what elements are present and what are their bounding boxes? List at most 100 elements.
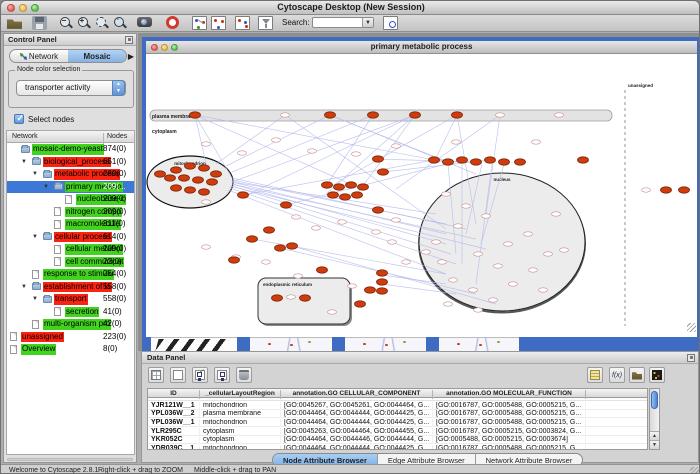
- network-node[interactable]: [179, 175, 190, 181]
- background-window-thumbnail[interactable]: [439, 337, 519, 351]
- table-row[interactable]: YKR052Ccytoplasm[GO:0044464, GO:0044446,…: [148, 436, 647, 445]
- scroll-up-button[interactable]: ▲: [650, 431, 659, 440]
- tree-row[interactable]: mosaic-demo-yeast874(0): [7, 143, 134, 156]
- tree-row[interactable]: macromolecule311(0): [7, 218, 134, 231]
- network-node-small[interactable]: [469, 288, 478, 292]
- save-icon[interactable]: [32, 16, 47, 30]
- folder2-icon[interactable]: [629, 367, 645, 383]
- network-node[interactable]: [322, 182, 333, 188]
- tree-row[interactable]: ▼metabolic process280(0): [7, 168, 134, 181]
- expand-arrow-icon[interactable]: ▼: [21, 284, 27, 290]
- tree-row[interactable]: cell communicat22(0): [7, 256, 134, 269]
- network-node[interactable]: [452, 112, 463, 118]
- tree-row[interactable]: ▼transport558(0): [7, 293, 134, 306]
- table-row[interactable]: YDR039C__1mitochondrion[GO:0044464, GO:0…: [148, 444, 647, 450]
- network-edge[interactable]: [232, 184, 446, 244]
- tree-column-network[interactable]: Network: [12, 133, 38, 140]
- tree-row[interactable]: nucleobase-c209(0): [7, 193, 134, 206]
- network-node[interactable]: [340, 194, 351, 200]
- network-node-small[interactable]: [287, 295, 296, 299]
- tab-overflow-arrow[interactable]: ▶: [128, 52, 134, 61]
- network-node[interactable]: [373, 156, 384, 162]
- network-node[interactable]: [377, 279, 388, 285]
- network-node-small[interactable]: [482, 214, 491, 218]
- background-window-thumbnail[interactable]: [345, 337, 426, 351]
- column-header[interactable]: annotation.GO MOLECULAR_FUNCTION: [433, 390, 586, 399]
- node-color-dropdown[interactable]: transporter activity ▲▼: [16, 80, 126, 96]
- network-node[interactable]: [378, 169, 389, 175]
- fx-icon[interactable]: f(x): [609, 367, 625, 383]
- network-node-small[interactable]: [449, 278, 458, 282]
- network-edge[interactable]: [434, 115, 457, 162]
- network-node[interactable]: [443, 159, 454, 165]
- expand-arrow-icon[interactable]: ▼: [32, 234, 38, 240]
- notepad-icon[interactable]: [587, 367, 603, 383]
- zoom-fit-icon[interactable]: [94, 16, 109, 30]
- network-node[interactable]: [171, 185, 182, 191]
- tree-row[interactable]: secretion41(0): [7, 306, 134, 319]
- network-node-small[interactable]: [532, 140, 541, 144]
- network-node-small[interactable]: [444, 302, 453, 306]
- network-node[interactable]: [193, 177, 204, 183]
- column-header[interactable]: ID: [148, 390, 200, 399]
- network-node[interactable]: [365, 287, 376, 293]
- network-node[interactable]: [185, 187, 196, 193]
- expand-arrow-icon[interactable]: ▼: [32, 296, 38, 302]
- vizmapper-b-icon[interactable]: [235, 16, 250, 30]
- network-edge[interactable]: [285, 115, 446, 229]
- network-window-titlebar[interactable]: primary metabolic process: [146, 41, 697, 54]
- network-node-small[interactable]: [529, 268, 538, 272]
- table-row[interactable]: YPL036W__2plasma membrane[GO:0044464, GO…: [148, 410, 647, 419]
- scroll-down-button[interactable]: ▼: [650, 440, 659, 449]
- expand-arrow-icon[interactable]: ▼: [21, 159, 27, 165]
- search-dropdown-arrow-icon[interactable]: ▼: [362, 18, 373, 27]
- tree-row[interactable]: cellular metabol209(0): [7, 243, 134, 256]
- network-node[interactable]: [317, 267, 328, 273]
- network-node-small[interactable]: [338, 220, 347, 224]
- search-input[interactable]: ▼: [312, 17, 374, 28]
- grid-icon[interactable]: [148, 367, 164, 383]
- table-row[interactable]: YPL036W__1mitochondrion[GO:0044464, GO:0…: [148, 418, 647, 427]
- network-node-small[interactable]: [202, 245, 211, 249]
- network-node[interactable]: [211, 171, 222, 177]
- tab-mosaic[interactable]: Mosaic: [68, 50, 126, 62]
- network-node-small[interactable]: [292, 215, 301, 219]
- network-node[interactable]: [165, 175, 176, 181]
- network-node[interactable]: [199, 189, 210, 195]
- network-node-small[interactable]: [524, 232, 533, 236]
- network-node[interactable]: [471, 159, 482, 165]
- network-node[interactable]: [155, 171, 166, 177]
- network-node-small[interactable]: [438, 260, 447, 264]
- network-node-small[interactable]: [452, 140, 461, 144]
- network-node-small[interactable]: [642, 188, 651, 192]
- table-scrollbar[interactable]: ▲ ▼: [649, 388, 660, 450]
- network-node-small[interactable]: [462, 204, 471, 208]
- network-view-window[interactable]: primary metabolic process plasma membran…: [142, 37, 700, 337]
- network-node[interactable]: [300, 295, 311, 301]
- network-node-small[interactable]: [262, 260, 271, 264]
- network-node-small[interactable]: [202, 142, 211, 146]
- network-node-small[interactable]: [348, 284, 357, 288]
- network-node[interactable]: [229, 257, 240, 263]
- network-node-small[interactable]: [308, 149, 317, 153]
- network-node[interactable]: [358, 184, 369, 190]
- network-node-small[interactable]: [422, 250, 431, 254]
- network-node-small[interactable]: [402, 260, 411, 264]
- matrix-icon[interactable]: [649, 367, 665, 383]
- network-node-small[interactable]: [352, 152, 361, 156]
- network-node-small[interactable]: [454, 224, 463, 228]
- network-node-small[interactable]: [281, 113, 290, 117]
- network-node[interactable]: [272, 295, 283, 301]
- network-node[interactable]: [275, 245, 286, 251]
- tree-row[interactable]: response to stimulu264(0): [7, 268, 134, 281]
- network-node-small[interactable]: [372, 230, 381, 234]
- newdoc-icon[interactable]: [170, 367, 186, 383]
- network-node-small[interactable]: [544, 252, 553, 256]
- tab-network[interactable]: Network: [10, 50, 68, 62]
- network-node-small[interactable]: [496, 113, 505, 117]
- window-resize-grip[interactable]: [687, 323, 696, 332]
- table-row[interactable]: YLR295Ccytoplasm[GO:0045263, GO:0044464,…: [148, 427, 647, 436]
- network-node-small[interactable]: [489, 298, 498, 302]
- network-node[interactable]: [355, 301, 366, 307]
- network-node[interactable]: [287, 243, 298, 249]
